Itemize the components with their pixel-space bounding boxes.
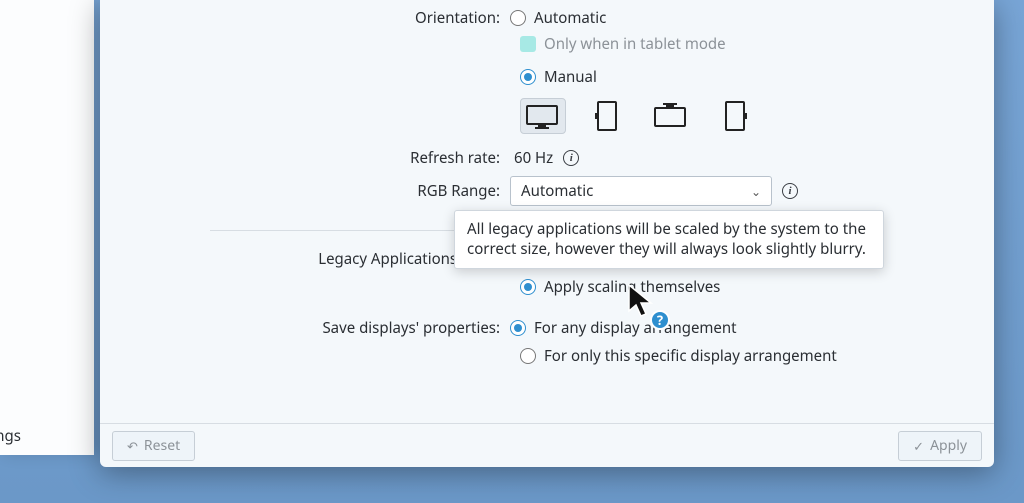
footer-bar: ↶ Reset ✓ Apply [100,423,994,467]
sidebar-truncated-text: tings [0,426,21,446]
chevron-down-icon: ⌄ [751,183,761,200]
save-displays-label: Save displays' properties: [100,318,510,338]
rgb-range-value: Automatic [521,181,593,201]
save-specific-radio[interactable]: For only this specific display arrangeme… [520,346,837,366]
legacy-apps-label: Legacy Applications (X11): [100,249,510,269]
orientation-auto-radio[interactable]: Automatic [510,8,606,28]
legacy-tooltip: All legacy applications will be scaled b… [454,210,884,269]
orientation-landscape-button[interactable] [520,98,566,134]
legacy-self-scale-text: Apply scaling themselves [544,277,720,297]
sidebar-fragment: tings [0,0,94,455]
orientation-manual-text: Manual [544,67,597,87]
reset-button[interactable]: ↶ Reset [112,431,195,461]
legacy-tooltip-text: All legacy applications will be scaled b… [467,219,866,259]
rgb-info-icon[interactable]: i [782,183,798,199]
apply-button-label: Apply [930,436,967,455]
reset-button-label: Reset [144,436,180,455]
orientation-landscape-flipped-button[interactable] [648,98,694,134]
rgb-range-combo[interactable]: Automatic ⌄ [510,176,772,206]
orientation-manual-radio[interactable]: Manual [520,67,597,87]
check-icon: ✓ [913,437,924,455]
orientation-buttons [520,98,982,134]
legacy-self-scale-radio[interactable]: Apply scaling themselves [520,277,720,297]
orientation-portrait-right-button[interactable] [712,98,758,134]
orientation-tablet-check: Only when in tablet mode [520,34,726,54]
refresh-info-icon[interactable]: i [563,150,579,166]
rgb-range-label: RGB Range: [100,181,510,201]
orientation-label: Orientation: [100,8,510,28]
refresh-rate-label: Refresh rate: [100,148,510,168]
orientation-auto-text: Automatic [534,8,606,28]
refresh-rate-value: 60 Hz [514,148,553,168]
apply-button[interactable]: ✓ Apply [898,431,982,461]
save-specific-text: For only this specific display arrangeme… [544,346,837,366]
save-any-text: For any display arrangement [534,318,737,338]
save-any-radio[interactable]: For any display arrangement [510,318,737,338]
orientation-tablet-text: Only when in tablet mode [544,34,726,54]
undo-icon: ↶ [127,437,138,455]
orientation-portrait-left-button[interactable] [584,98,630,134]
